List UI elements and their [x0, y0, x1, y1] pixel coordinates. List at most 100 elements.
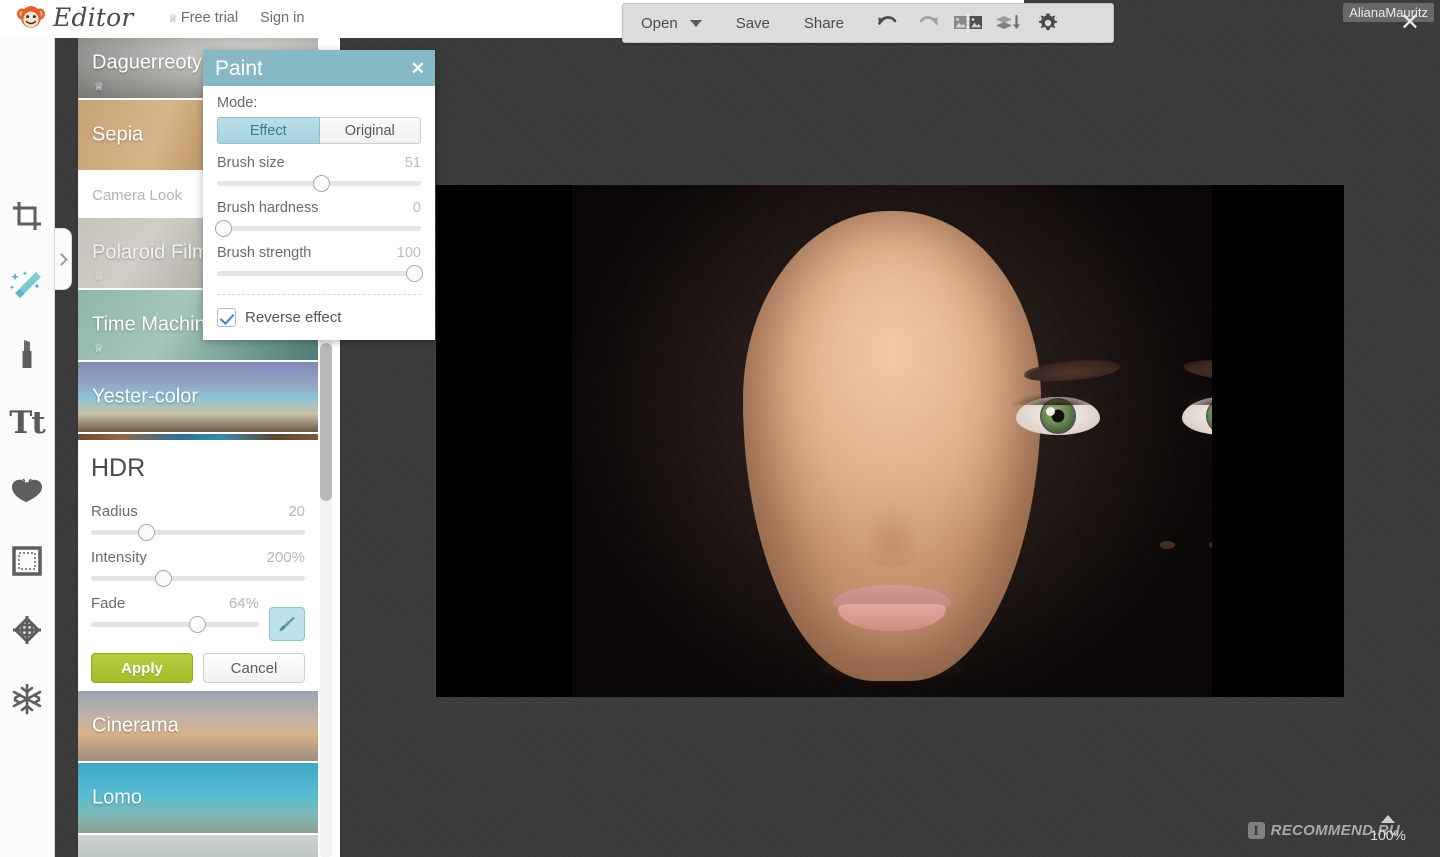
- effect-label: Time Machine: [92, 313, 217, 336]
- open-button[interactable]: Open: [623, 4, 688, 42]
- cancel-button[interactable]: Cancel: [203, 653, 305, 683]
- brush-hardness-value: 0: [412, 200, 421, 216]
- mode-label: Mode:: [217, 95, 258, 111]
- triangle-up-icon[interactable]: [1381, 815, 1396, 823]
- brush-size-value: 51: [404, 155, 421, 171]
- brush-hardness-track[interactable]: [217, 226, 421, 231]
- brand-links: ♕ Free trial Sign in: [168, 10, 304, 26]
- brush-hardness-row: Brush hardness 0: [215, 200, 421, 245]
- checkbox-checked-icon[interactable]: [217, 308, 236, 327]
- effect-item-cinerama[interactable]: Cinerama: [78, 691, 318, 761]
- image-canvas[interactable]: [436, 185, 1344, 697]
- crown-icon: ♕: [94, 343, 104, 355]
- gear-icon[interactable]: [1028, 4, 1068, 42]
- before-after-compare-icon[interactable]: [948, 4, 988, 42]
- photo-nostril-left: [1160, 541, 1175, 549]
- effect-label: Lomo: [92, 786, 143, 809]
- effect-label: Sepia: [92, 123, 144, 146]
- paintbrush-icon[interactable]: [269, 607, 305, 641]
- hdr-fade-label: Fade: [91, 595, 126, 612]
- top-toolbar: Open Save Share: [622, 3, 1114, 43]
- tool-textures[interactable]: [0, 595, 55, 664]
- paint-dialog-header[interactable]: Paint ✕: [203, 50, 435, 86]
- tool-text[interactable]: Tt: [0, 388, 55, 457]
- hdr-fade-track[interactable]: [91, 622, 259, 627]
- paint-dialog-title: Paint: [215, 56, 263, 80]
- share-button[interactable]: Share: [794, 4, 854, 42]
- hdr-fade-row: Fade 64%: [91, 595, 305, 641]
- effect-label: Polaroid Film: [92, 241, 209, 264]
- text-tt-icon: Tt: [9, 404, 45, 441]
- user-name-tag: AlianaMauritz: [1343, 3, 1434, 22]
- hdr-radius-label: Radius: [91, 503, 138, 520]
- brush-hardness-label: Brush hardness: [217, 200, 319, 216]
- redo-arrow-icon[interactable]: [908, 4, 948, 42]
- hdr-intensity-value: 200%: [266, 549, 305, 566]
- sign-in-link[interactable]: Sign in: [260, 10, 304, 26]
- hdr-intensity-track[interactable]: [91, 576, 305, 581]
- reverse-effect-checkbox[interactable]: Reverse effect: [217, 295, 421, 327]
- photo-eye-right: [1178, 393, 1212, 435]
- brush-size-label: Brush size: [217, 155, 285, 171]
- tool-rail: Tt: [0, 38, 55, 857]
- hdr-settings-card: HDR Radius 20 Intensity 200% Fade 64% Ap…: [78, 440, 318, 683]
- brush-size-row: Brush size 51: [217, 155, 421, 200]
- hdr-title: HDR: [91, 454, 146, 482]
- close-x-icon[interactable]: ✕: [411, 60, 425, 77]
- chevron-down-icon[interactable]: [689, 19, 702, 27]
- apply-button[interactable]: Apply: [91, 653, 193, 683]
- mode-effect-button[interactable]: Effect: [217, 117, 320, 144]
- zoom-control[interactable]: 100%: [1370, 815, 1406, 843]
- brush-strength-knob[interactable]: [406, 265, 423, 282]
- tool-themes[interactable]: [0, 664, 55, 733]
- tool-touch-up[interactable]: [0, 319, 55, 388]
- tool-crop[interactable]: [0, 181, 55, 250]
- brush-size-knob[interactable]: [312, 175, 330, 192]
- crown-icon: ♕: [168, 13, 178, 25]
- monkey-logo-icon: [16, 4, 46, 30]
- mode-original-button[interactable]: Original: [319, 117, 421, 144]
- hdr-buttons-row: Apply Cancel: [91, 653, 305, 683]
- free-trial-label: Free trial: [180, 10, 239, 26]
- chevron-right-icon[interactable]: [55, 228, 72, 290]
- effect-item-partial[interactable]: [78, 835, 318, 857]
- crown-icon: ♕: [94, 271, 104, 283]
- brush-hardness-knob[interactable]: [215, 220, 232, 237]
- brush-strength-value: 100: [396, 245, 421, 261]
- brand-name: Editor: [53, 2, 134, 32]
- photo-chin-shadow: [817, 647, 967, 683]
- hdr-fade-knob[interactable]: [189, 616, 206, 633]
- paint-dialog-body: Mode: Effect Original Brush size 51 Brus…: [203, 86, 435, 327]
- picmonkey-editor-window: 100% I RECOMMEND.RU Editor ♕ Free trial …: [0, 0, 1440, 857]
- photo-eye-left: [1012, 393, 1104, 435]
- hdr-intensity-knob[interactable]: [155, 570, 172, 587]
- reverse-effect-label: Reverse effect: [245, 309, 342, 326]
- close-x-icon[interactable]: ✕: [1400, 11, 1420, 35]
- paint-dialog: Paint ✕ Mode: Effect Original Brush size…: [203, 50, 435, 340]
- portrait-photo: [572, 185, 1212, 697]
- free-trial-link[interactable]: ♕ Free trial: [168, 10, 238, 26]
- hdr-intensity-row: Intensity 200%: [91, 549, 305, 595]
- effects-scrollbar-thumb[interactable]: [320, 343, 332, 501]
- hdr-radius-track[interactable]: [91, 530, 305, 535]
- tool-effects[interactable]: [0, 250, 55, 319]
- brush-strength-label: Brush strength: [217, 245, 312, 261]
- hdr-radius-knob[interactable]: [138, 524, 155, 541]
- undo-arrow-icon[interactable]: [868, 4, 908, 42]
- effect-item-lomo[interactable]: Lomo: [78, 763, 318, 833]
- tool-frames[interactable]: [0, 526, 55, 595]
- brush-strength-track[interactable]: [217, 271, 421, 276]
- hdr-fade-value: 64%: [228, 595, 259, 612]
- effect-label: Cinerama: [92, 714, 179, 737]
- hdr-intensity-label: Intensity: [91, 549, 147, 566]
- photo-nose: [855, 471, 929, 567]
- brand-logo[interactable]: Editor: [16, 4, 134, 30]
- effect-label: Yester-color: [92, 385, 198, 408]
- save-button[interactable]: Save: [726, 4, 780, 42]
- effect-item-yester-color[interactable]: Yester-color: [78, 362, 318, 432]
- tool-overlays[interactable]: [0, 457, 55, 526]
- watermark-badge: I: [1247, 822, 1265, 839]
- photo-lips: [833, 585, 951, 635]
- crown-icon: ♕: [94, 81, 104, 93]
- flatten-layers-icon[interactable]: [988, 4, 1028, 42]
